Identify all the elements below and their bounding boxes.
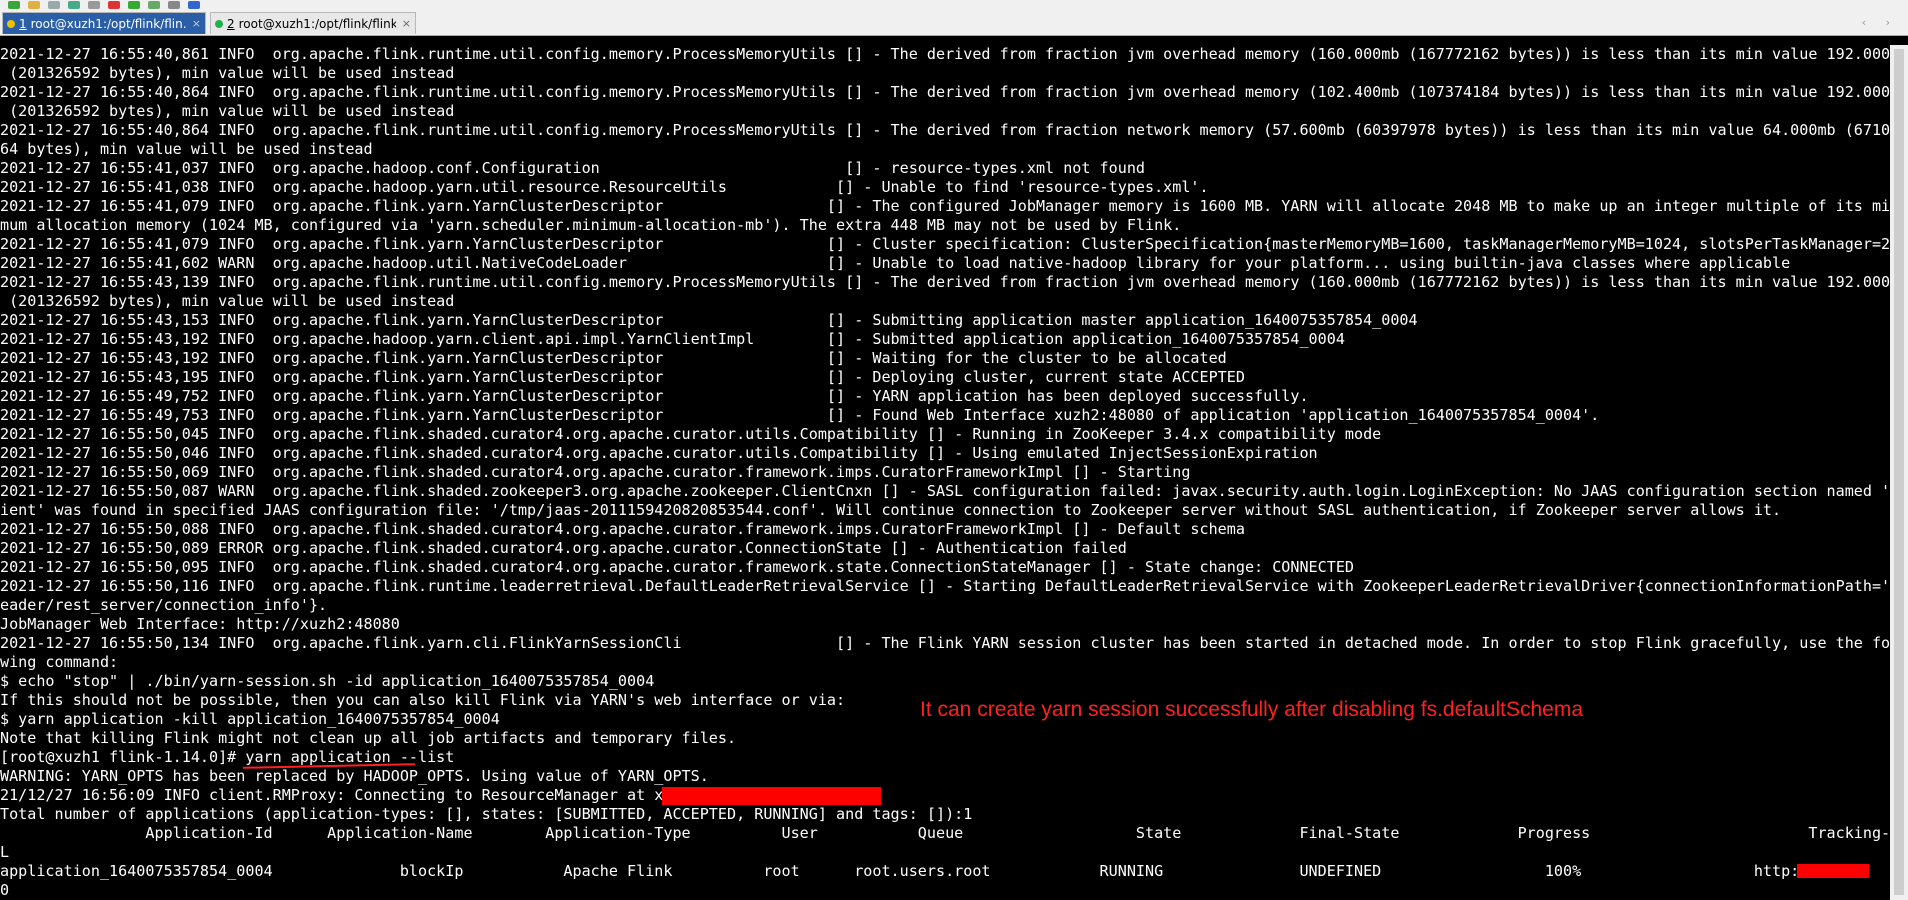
tab-index: 1 [19, 16, 27, 31]
terminal-line: 2021-12-27 16:55:40,864 INFO org.apache.… [0, 121, 1890, 139]
redaction-box [1797, 864, 1869, 878]
tab-bar: 1 root@xuzh1:/opt/flink/flin... × 2 root… [0, 10, 1908, 36]
redaction-box [662, 787, 881, 805]
layout-icon[interactable] [168, 1, 180, 9]
status-dot-icon [7, 19, 15, 28]
terminal-line: 2021-12-27 16:55:40,864 INFO org.apache.… [0, 83, 1890, 101]
fullscreen-icon[interactable] [148, 1, 160, 9]
terminal-line: 2021-12-27 16:55:50,088 INFO org.apache.… [0, 520, 1245, 538]
terminal-line: (201326592 bytes), min value will be use… [0, 292, 455, 310]
tab-index: 2 [227, 16, 235, 31]
terminal-line: 2021-12-27 16:55:40,861 INFO org.apache.… [0, 45, 1890, 63]
terminal-line: 2021-12-27 16:55:41,079 INFO org.apache.… [0, 235, 1890, 253]
terminal-line: Application-Id Application-Name Applicat… [0, 824, 1890, 842]
terminal-line: L [0, 843, 10, 861]
close-icon[interactable]: × [192, 17, 201, 30]
tab-label: root@xuzh1:/opt/flink/flin... [30, 16, 186, 31]
terminal-line: [root@xuzh1 flink-1.14.0]# yarn applicat… [0, 748, 455, 766]
stop-icon[interactable] [108, 1, 120, 9]
terminal-line: 2021-12-27 16:55:43,153 INFO org.apache.… [0, 311, 1418, 329]
terminal-line: 2021-12-27 16:55:43,192 INFO org.apache.… [0, 349, 1227, 367]
terminal-line: 2021-12-27 16:55:50,134 INFO org.apache.… [0, 634, 1890, 652]
terminal-line: 2021-12-27 16:55:50,095 INFO org.apache.… [0, 558, 1354, 576]
tab-session-1[interactable]: 1 root@xuzh1:/opt/flink/flin... × [2, 12, 206, 34]
settings-icon[interactable] [68, 1, 80, 9]
terminal-line: eader/rest_server/connection_info'}. [0, 596, 328, 614]
terminal-line: (201326592 bytes), min value will be use… [0, 102, 455, 120]
terminal-output[interactable]: 2021-12-27 16:55:40,861 INFO org.apache.… [0, 45, 1890, 900]
terminal-line: Total number of applications (applicatio… [0, 805, 973, 823]
terminal-line: 2021-12-27 16:55:50,069 INFO org.apache.… [0, 463, 1191, 481]
terminal-line: JobManager Web Interface: http://xuzh2:4… [0, 615, 400, 633]
tab-nav-arrows[interactable]: ‹ › [1862, 16, 1898, 29]
terminal-line: 2021-12-27 16:55:41,079 INFO org.apache.… [0, 197, 1890, 215]
terminal-line: 2021-12-27 16:55:41,602 WARN org.apache.… [0, 254, 1791, 272]
terminal-line: 2021-12-27 16:55:43,139 INFO org.apache.… [0, 273, 1890, 291]
status-dot-icon [215, 19, 223, 28]
terminal-line: 2021-12-27 16:55:49,753 INFO org.apache.… [0, 406, 1600, 424]
terminal-line: 2021-12-27 16:55:41,038 INFO org.apache.… [0, 178, 1209, 196]
sftp-icon[interactable] [128, 1, 140, 9]
terminal-line: 2021-12-27 16:55:50,089 ERROR org.apache… [0, 539, 1127, 557]
terminal-line: ient' was found in specified JAAS config… [0, 501, 1782, 519]
help-icon[interactable] [188, 1, 200, 9]
terminal-window: 1 root@xuzh1:/opt/flink/flin... × 2 root… [0, 0, 1908, 900]
tab-session-2[interactable]: 2 root@xuzh1:/opt/flink/flink-... × [210, 12, 416, 34]
terminal-line: (201326592 bytes), min value will be use… [0, 64, 455, 82]
terminal-line: 2021-12-27 16:55:43,192 INFO org.apache.… [0, 330, 1345, 348]
annotation-note: It can create yarn session successfully … [920, 698, 1583, 721]
terminal-line: wing command: [0, 653, 119, 671]
new-session-icon[interactable] [8, 1, 20, 9]
terminal-line: 0 [0, 881, 10, 899]
terminal-line: mum allocation memory (1024 MB, configur… [0, 216, 1182, 234]
terminal-line: WARNING: YARN_OPTS has been replaced by … [0, 767, 709, 785]
terminal-line: 2021-12-27 16:55:49,752 INFO org.apache.… [0, 387, 1309, 405]
toolbar [0, 0, 1908, 10]
terminal-line: 2021-12-27 16:55:43,195 INFO org.apache.… [0, 368, 1245, 386]
terminal-line: application_1640075357854_0004 blockIp A… [0, 862, 1818, 880]
terminal-line: 2021-12-27 16:55:50,046 INFO org.apache.… [0, 444, 1318, 462]
search-icon[interactable] [88, 1, 100, 9]
vertical-scrollbar[interactable] [1890, 45, 1908, 900]
scrollbar-thumb[interactable] [1894, 49, 1904, 895]
open-folder-icon[interactable] [28, 1, 40, 9]
terminal-line: 2021-12-27 16:55:50,087 WARN org.apache.… [0, 482, 1890, 500]
tab-label: root@xuzh1:/opt/flink/flink-... [238, 16, 396, 31]
terminal-line: 2021-12-27 16:55:50,045 INFO org.apache.… [0, 425, 1382, 443]
terminal-line: Note that killing Flink might not clean … [0, 729, 737, 747]
terminal-line: 2021-12-27 16:55:41,037 INFO org.apache.… [0, 159, 1145, 177]
terminal-line: 21/12/27 16:56:09 INFO client.RMProxy: C… [0, 786, 673, 804]
copy-icon[interactable] [48, 1, 60, 9]
terminal-line: 64 bytes), min value will be used instea… [0, 140, 373, 158]
terminal-line: $ echo "stop" | ./bin/yarn-session.sh -i… [0, 672, 655, 690]
close-icon[interactable]: × [402, 17, 411, 30]
terminal-line: 2021-12-27 16:55:50,116 INFO org.apache.… [0, 577, 1890, 595]
